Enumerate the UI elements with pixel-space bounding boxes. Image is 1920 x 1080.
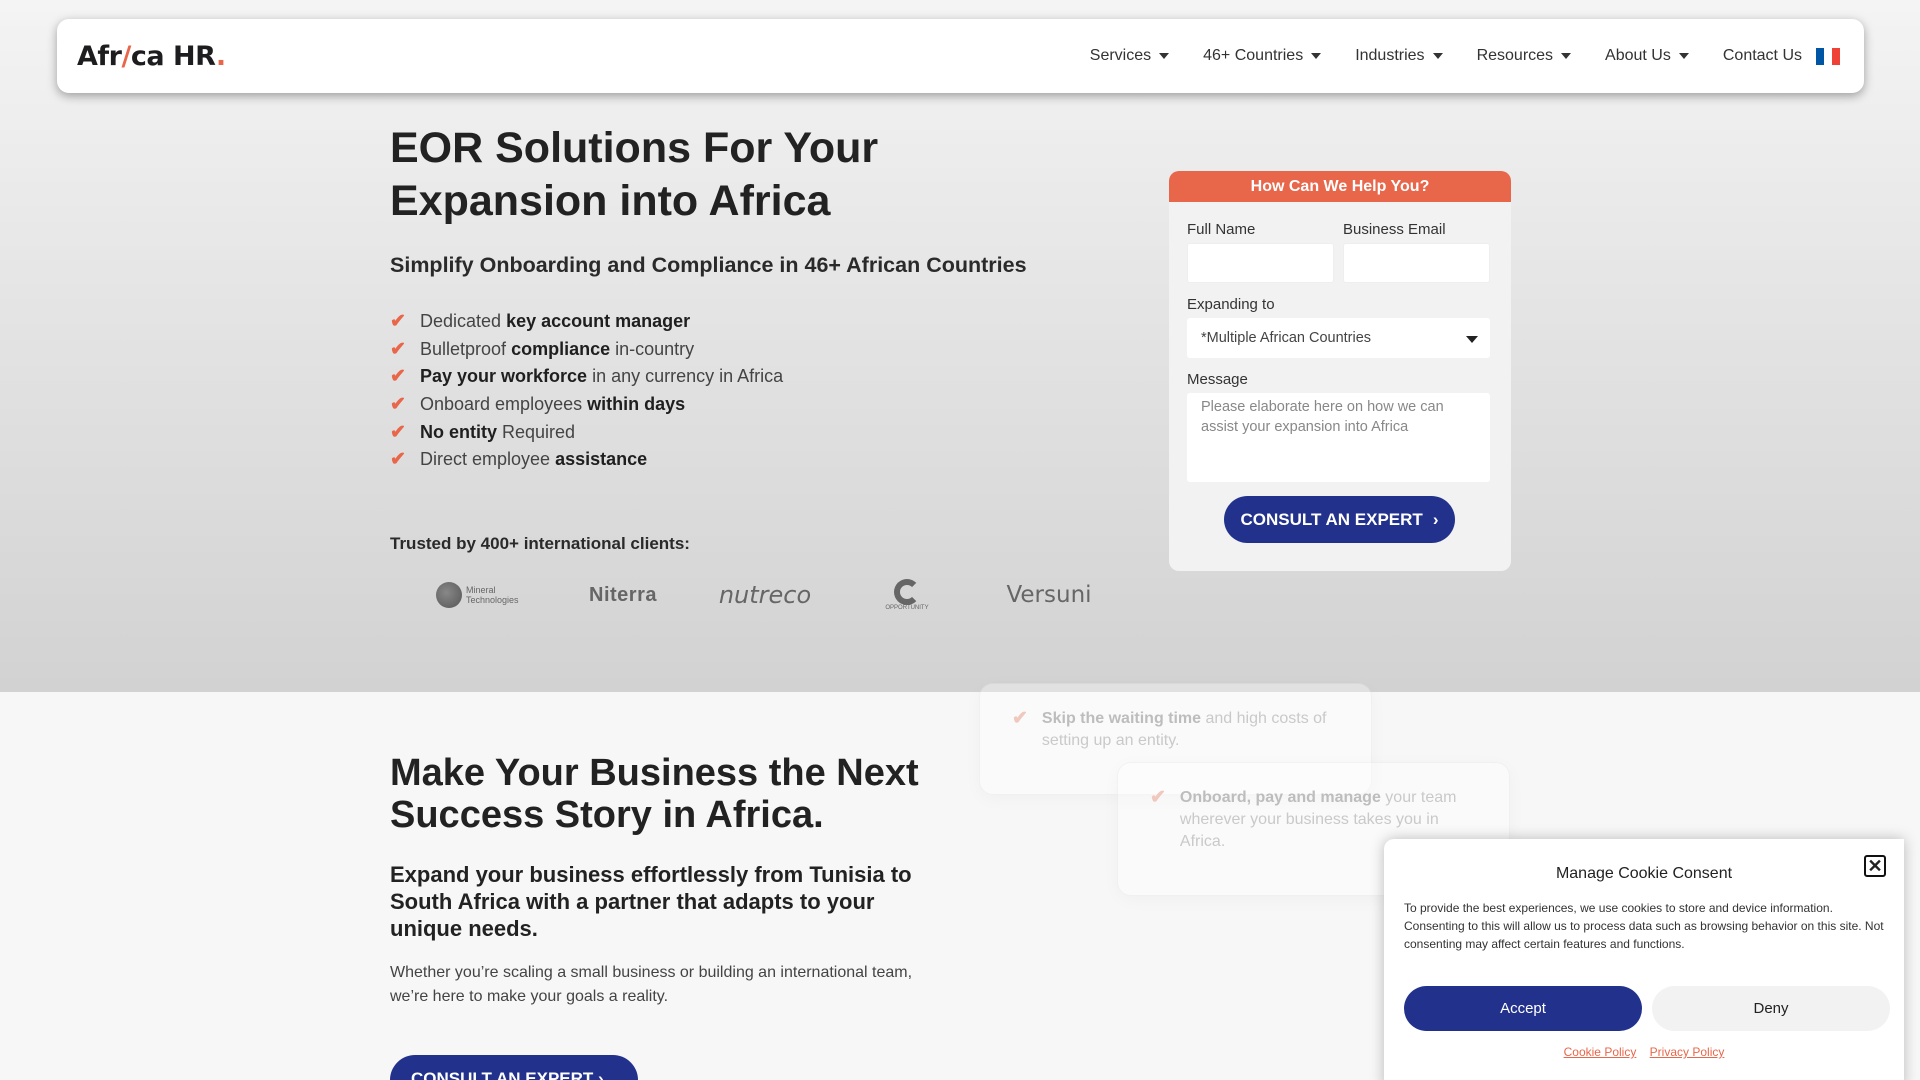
cookie-links: Cookie Policy Privacy Policy (1384, 1045, 1904, 1059)
client-logos: Mineral Technologies Niterra nutreco OPP… (410, 568, 1120, 622)
expanding-to-label: Expanding to (1187, 296, 1275, 313)
africa-hr-logo[interactable]: Afr/ca HR. (77, 41, 226, 72)
nav-services[interactable]: Services (1090, 47, 1170, 65)
section-subtitle: Expand your business effortlessly from T… (390, 862, 912, 941)
chevron-down-icon (1432, 53, 1443, 59)
hero-subtitle: Simplify Onboarding and Compliance in 46… (390, 253, 1027, 277)
form-header: How Can We Help You? (1169, 171, 1511, 202)
section-paragraph: Whether you’re scaling a small business … (390, 964, 913, 1005)
checkmark-icon: ✔ (390, 338, 406, 360)
message-textarea[interactable]: Please elaborate here on how we can assi… (1187, 393, 1490, 482)
hero-title: EOR Solutions For Your Expansion into Af… (390, 124, 879, 225)
trusted-heading: Trusted by 400+ international clients: (390, 534, 690, 553)
list-item: ✔ Direct employee assistance (390, 449, 648, 471)
business-email-label: Business Email (1343, 221, 1446, 238)
accept-button[interactable]: Accept (1404, 986, 1642, 1031)
checkmark-icon: ✔ (390, 449, 406, 471)
chevron-down-icon (1561, 53, 1572, 59)
nav-countries[interactable]: 46+ Countries (1203, 47, 1322, 65)
checkmark-icon: ✔ (390, 394, 406, 416)
consult-expert-button[interactable]: CONSULT AN EXPERT › (1224, 496, 1455, 543)
nav-industries[interactable]: Industries (1355, 47, 1443, 65)
list-item: ✔ Onboard employees within days (390, 394, 686, 416)
expanding-to-select[interactable]: *Multiple African Countries (1187, 318, 1490, 358)
section-title: Make Your Business the Next Success Stor… (390, 752, 919, 836)
chevron-down-icon (1466, 336, 1478, 343)
niterra-logo: Niterra (589, 583, 657, 606)
checkmark-icon: ✔ (1012, 708, 1028, 729)
privacy-policy-link[interactable]: Privacy Policy (1650, 1045, 1725, 1059)
top-navbar: Afr/ca HR. Services 46+ Countries Indust… (57, 19, 1864, 93)
chevron-down-icon (1311, 53, 1322, 59)
chevron-down-icon (1678, 53, 1689, 59)
full-name-input[interactable] (1187, 243, 1334, 283)
cookie-text: To provide the best experiences, we use … (1404, 901, 1884, 951)
list-item: ✔ No entity Required (390, 421, 576, 443)
mineral-technologies-logo: Mineral Technologies (410, 568, 552, 622)
checkmark-icon: ✔ (1150, 787, 1166, 808)
list-item: ✔ Dedicated key account manager (390, 311, 691, 333)
checkmark-icon: ✔ (390, 421, 406, 443)
cookie-title: Manage Cookie Consent (1555, 865, 1733, 882)
checkmark-icon: ✔ (390, 366, 406, 388)
list-item: ✔ Pay your workforce in any currency in A… (390, 366, 784, 388)
chevron-down-icon (1159, 53, 1170, 59)
chevron-right-icon: › (1432, 509, 1439, 529)
nav-resources[interactable]: Resources (1477, 47, 1572, 65)
cookie-consent-dialog: Manage Cookie Consent ✕ To provide the b… (1384, 839, 1904, 1080)
opportunity-international-logo: OPPORTUNITY (836, 568, 978, 622)
nav-contact-us[interactable]: Contact Us (1723, 47, 1802, 65)
french-flag-icon[interactable] (1816, 47, 1840, 65)
benefits-list: ✔ Dedicated key account manager ✔ Bulletpr… (390, 308, 783, 474)
opportunity-symbol-icon (894, 579, 920, 605)
main-menu: Services 46+ Countries Industries Resour… (1090, 47, 1802, 65)
versuni-logo: Versuni (1006, 582, 1092, 608)
close-icon[interactable]: ✕ (1864, 855, 1886, 877)
business-email-input[interactable] (1343, 243, 1490, 283)
contact-form: How Can We Help You? Full Name Business … (1169, 171, 1511, 571)
full-name-label: Full Name (1187, 221, 1256, 238)
nutreco-logo: nutreco (718, 581, 812, 609)
checkmark-icon: ✔ (390, 311, 406, 333)
deny-button[interactable]: Deny (1652, 986, 1890, 1031)
message-label: Message (1187, 371, 1248, 388)
cookie-policy-link[interactable]: Cookie Policy (1564, 1045, 1637, 1059)
globe-icon (436, 582, 462, 608)
list-item: ✔ Bulletproof compliance in-country (390, 338, 695, 360)
nav-about-us[interactable]: About Us (1605, 47, 1689, 65)
consult-expert-button-secondary[interactable]: CONSULT AN EXPERT › (390, 1055, 638, 1080)
